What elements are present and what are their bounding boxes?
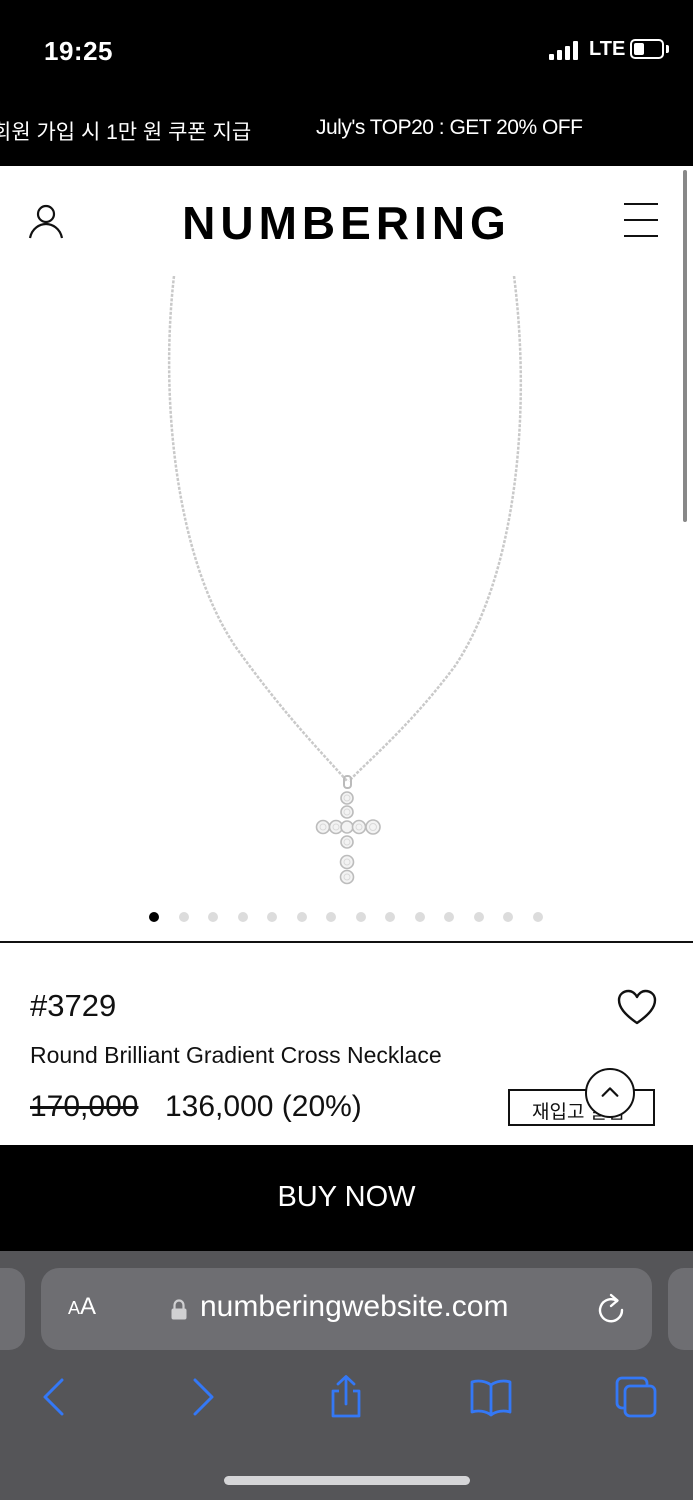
share-icon[interactable] (324, 1375, 368, 1419)
battery-icon (630, 39, 664, 59)
sale-price: 136,000 (20%) (165, 1090, 362, 1123)
promo-item[interactable]: July's TOP20 : GET 20% OFF (316, 116, 583, 140)
carousel-dot[interactable] (208, 912, 218, 922)
carousel-dot[interactable] (238, 912, 248, 922)
tabs-icon[interactable] (614, 1375, 658, 1419)
forward-icon[interactable] (181, 1375, 225, 1419)
home-indicator[interactable] (224, 1476, 470, 1485)
carousel-dot[interactable] (503, 912, 513, 922)
scroll-to-top-button[interactable] (585, 1068, 635, 1118)
original-price: 170,000 (30, 1090, 139, 1123)
buy-now-button[interactable]: BUY NOW (0, 1145, 693, 1251)
promo-item[interactable]: 회원 가입 시 1만 원 쿠폰 지급 (0, 116, 251, 146)
carousel-dot[interactable] (149, 912, 159, 922)
battery-nub (666, 45, 669, 53)
signal-icon (549, 40, 583, 60)
carousel-dot[interactable] (356, 912, 366, 922)
next-tab-preview[interactable] (668, 1268, 693, 1350)
network-label: LTE (589, 38, 626, 60)
product-code: #3729 (30, 988, 117, 1023)
lock-icon (171, 1299, 187, 1320)
carousel-dot[interactable] (179, 912, 189, 922)
status-bar: 19:25 LTE (0, 0, 693, 96)
carousel-dot[interactable] (474, 912, 484, 922)
carousel-dot[interactable] (267, 912, 277, 922)
url-text[interactable]: numberingwebsite.com (200, 1290, 508, 1324)
heart-icon[interactable] (616, 988, 658, 1028)
carousel-dot[interactable] (415, 912, 425, 922)
carousel-dot[interactable] (533, 912, 543, 922)
site-header: NUMBERING (0, 166, 693, 276)
text-size-small: A (68, 1298, 81, 1318)
carousel-dot[interactable] (444, 912, 454, 922)
carousel-pagination (0, 910, 693, 926)
carousel-dot[interactable] (326, 912, 336, 922)
text-size-button[interactable]: AA (68, 1293, 96, 1321)
promo-banner[interactable]: 회원 가입 시 1만 원 쿠폰 지급 July's TOP20 : GET 20… (0, 96, 693, 166)
back-icon[interactable] (32, 1375, 76, 1419)
site-logo[interactable]: NUMBERING (0, 196, 693, 250)
previous-tab-preview[interactable] (0, 1268, 25, 1350)
product-name: Round Brilliant Gradient Cross Necklace (30, 1042, 442, 1068)
section-divider (0, 941, 693, 943)
product-image[interactable] (0, 276, 693, 896)
bookmarks-icon[interactable] (469, 1375, 513, 1419)
text-size-large: A (80, 1293, 97, 1320)
menu-icon[interactable] (624, 200, 660, 240)
status-time: 19:25 (44, 36, 113, 66)
carousel-dot[interactable] (297, 912, 307, 922)
carousel-dot[interactable] (385, 912, 395, 922)
reload-icon[interactable] (595, 1292, 627, 1326)
